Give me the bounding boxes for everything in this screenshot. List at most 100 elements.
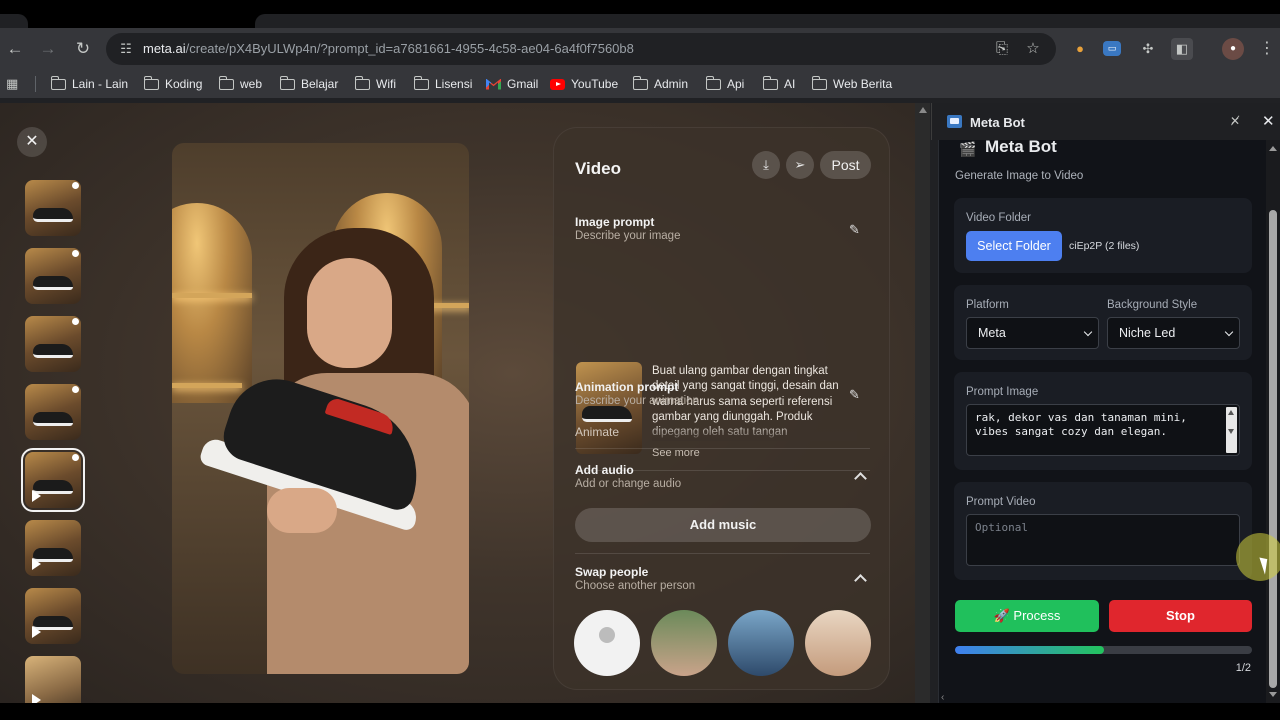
bookmark-label: web — [240, 77, 263, 91]
close-icon[interactable]: ✕ — [1262, 112, 1275, 130]
bookmark-belajar[interactable]: Belajar — [279, 75, 338, 92]
thumbnail-2[interactable] — [25, 248, 81, 304]
edit-pencil-icon[interactable]: ✎ — [849, 222, 860, 238]
profile-avatar[interactable]: ● — [1222, 38, 1244, 60]
shoe-image — [33, 276, 73, 290]
reference-image-thumb[interactable] — [576, 362, 642, 454]
site-settings-icon[interactable]: ☷ — [116, 39, 136, 59]
image-prompt-title: Image prompt — [575, 215, 655, 229]
select-folder-button[interactable]: Select Folder — [966, 231, 1062, 261]
bookmark-label: Web Berita — [833, 77, 893, 91]
textarea-scrollbar[interactable] — [1226, 407, 1237, 453]
folder-icon — [705, 75, 721, 90]
scrollbar-thumb[interactable] — [1269, 210, 1277, 688]
cookie-extension-icon[interactable]: ● — [1069, 38, 1091, 60]
clapperboard-icon: 🎬 — [959, 141, 977, 157]
thumbnail-7[interactable] — [25, 588, 81, 644]
swap-people-subtitle: Choose another person — [575, 580, 696, 592]
prompt-video-label: Prompt Video — [966, 496, 1036, 508]
chevron-up-icon[interactable] — [854, 472, 867, 485]
thumbnail-3[interactable] — [25, 316, 81, 372]
share-send-icon[interactable]: ➢ — [786, 151, 814, 179]
prompt-image-card: Prompt Image rak, dekor vas dan tanaman … — [954, 372, 1252, 470]
background-style-label: Background Style — [1107, 299, 1198, 311]
prompt-video-textarea[interactable]: Optional — [966, 514, 1240, 566]
cursor-highlight — [1236, 533, 1280, 581]
post-button[interactable]: Post — [820, 151, 871, 179]
meta-bot-extension-icon[interactable]: ▭ — [1103, 41, 1121, 56]
bookmark-wifi[interactable]: Wifi — [354, 75, 396, 92]
generated-image[interactable] — [172, 143, 469, 674]
apps-grid-icon[interactable]: ▦ — [6, 76, 22, 92]
bookmark-youtube[interactable]: YouTube — [550, 76, 618, 92]
thumbnail-5-selected[interactable] — [21, 448, 85, 512]
play-icon — [32, 490, 41, 502]
person-face — [307, 258, 392, 368]
cast-install-icon[interactable]: ⎘ — [992, 39, 1012, 59]
thumbnail-1[interactable] — [25, 180, 81, 236]
download-icon[interactable]: ⤓ — [752, 151, 780, 179]
person-avatar-1[interactable] — [651, 610, 717, 676]
bookmark-web-berita[interactable]: Web Berita — [811, 75, 893, 92]
bottom-strip — [0, 703, 1280, 720]
animation-prompt-value: Animate — [575, 425, 620, 439]
status-dot — [72, 318, 79, 325]
bookmark-gmail[interactable]: Gmail — [486, 76, 538, 92]
menu-kebab-icon[interactable]: ⋮ — [1256, 38, 1278, 60]
side-panel-title: Meta Bot — [970, 115, 1025, 130]
process-button[interactable]: 🚀 Process — [955, 600, 1099, 632]
back-arrow-icon[interactable]: ← — [4, 38, 26, 60]
panel-title: Video — [575, 159, 621, 178]
person-placeholder-avatar[interactable] — [574, 610, 640, 676]
animation-prompt-title: Animation prompt — [575, 380, 679, 394]
video-folder-card: Video Folder Select Folder ciEp2P (2 fil… — [954, 198, 1252, 273]
side-panel-icon[interactable]: ◧ — [1171, 38, 1193, 60]
bookmark-label: YouTube — [571, 77, 619, 91]
thumbnail-8[interactable] — [25, 656, 81, 703]
bookmark-lisensi[interactable]: Lisensi — [413, 75, 473, 92]
screen: ← → ↻ ☷ meta.ai/create/pX4ByULWp4n/?prom… — [0, 0, 1280, 720]
divider — [575, 448, 870, 449]
side-panel-scrollbar[interactable] — [1266, 140, 1280, 703]
bookmark-lain-lain[interactable]: Lain - Lain — [50, 75, 128, 92]
address-bar[interactable]: ☷ meta.ai/create/pX4ByULWp4n/?prompt_id=… — [106, 33, 1056, 65]
add-audio-subtitle: Add or change audio — [575, 478, 682, 490]
url-text[interactable]: meta.ai/create/pX4ByULWp4n/?prompt_id=a7… — [143, 41, 634, 56]
bookmark-label: Lisensi — [435, 77, 473, 91]
edit-pencil-icon[interactable]: ✎ — [849, 387, 860, 403]
bookmark-koding[interactable]: Koding — [143, 75, 202, 92]
prompt-image-textarea[interactable]: rak, dekor vas dan tanaman mini, vibes s… — [966, 404, 1240, 456]
forward-arrow-icon[interactable]: → — [37, 38, 59, 60]
background-style-select[interactable]: Niche Led — [1107, 317, 1240, 349]
scroll-down-arrow-icon[interactable] — [1269, 692, 1277, 697]
person-avatar-3[interactable] — [805, 610, 871, 676]
bookmark-ai[interactable]: AI — [762, 75, 795, 92]
scroll-left-arrow-icon[interactable]: ‹ — [941, 692, 944, 703]
add-music-button[interactable]: Add music — [575, 508, 871, 542]
scroll-up-arrow-icon[interactable] — [919, 107, 927, 113]
meta-bot-logo-icon — [947, 115, 962, 128]
play-icon — [32, 558, 41, 570]
chevron-up-icon[interactable] — [854, 574, 867, 587]
youtube-icon — [550, 78, 565, 90]
bookmark-api[interactable]: Api — [705, 75, 744, 92]
thumbnail-6[interactable] — [25, 520, 81, 576]
person-avatar-2[interactable] — [728, 610, 794, 676]
thumbnail-4[interactable] — [25, 384, 81, 440]
page-scrollbar[interactable] — [915, 103, 930, 703]
bookmark-label: Gmail — [507, 77, 539, 91]
extensions-puzzle-icon[interactable]: ✣ — [1137, 38, 1159, 60]
bookmark-web[interactable]: web — [218, 75, 263, 92]
bookmark-admin[interactable]: Admin — [632, 75, 688, 92]
scroll-up-arrow-icon[interactable] — [1269, 146, 1277, 151]
platform-select[interactable]: Meta — [966, 317, 1099, 349]
rocket-icon: 🚀 — [993, 608, 1014, 623]
stop-button[interactable]: Stop — [1109, 600, 1252, 632]
active-tab-edge — [255, 14, 1280, 28]
bookmark-star-icon[interactable]: ☆ — [1023, 39, 1043, 59]
reload-icon[interactable]: ↻ — [72, 38, 94, 60]
gmail-icon — [486, 79, 501, 90]
unpin-icon[interactable]: ✕̸ — [1230, 114, 1240, 128]
close-icon[interactable]: ✕ — [17, 127, 47, 157]
video-panel: Video ⤓ ➢ Post Image prompt Describe you… — [553, 127, 890, 690]
